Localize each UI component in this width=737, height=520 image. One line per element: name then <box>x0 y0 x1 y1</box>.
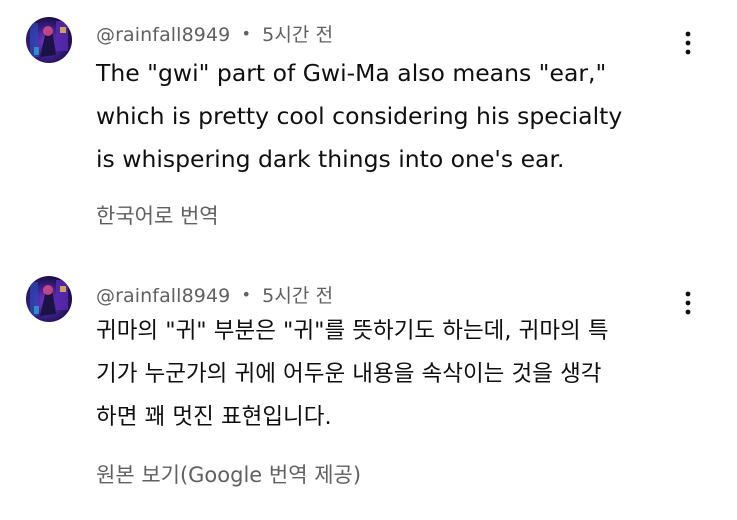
comment-text-line: 하면 꽤 멋진 표현입니다. <box>96 404 332 430</box>
author-name[interactable]: @rainfall8949 <box>96 24 230 46</box>
timestamp[interactable]: 5시간 전 <box>262 24 333 46</box>
avatar-image <box>26 17 72 63</box>
comment-text-line: The "gwi" part of Gwi-Ma also means "ear… <box>96 59 607 87</box>
comment-item: @rainfall8949 • 5시간 전 귀마의 "귀" 부분은 "귀"를 뜻… <box>0 262 737 520</box>
more-vert-icon <box>685 31 691 55</box>
more-vert-icon <box>685 291 691 315</box>
meta-separator: • <box>241 285 252 304</box>
comment-text-line: 귀마의 "귀" 부분은 "귀"를 뜻하기도 하는데, 귀마의 특 <box>96 318 609 344</box>
comment-text: 귀마의 "귀" 부분은 "귀"를 뜻하기도 하는데, 귀마의 특 기가 누군가의… <box>96 310 696 439</box>
comment-item: @rainfall8949 • 5시간 전 The "gwi" part of … <box>0 0 737 250</box>
author-name[interactable]: @rainfall8949 <box>96 285 230 307</box>
view-original-link[interactable]: 원본 보기(Google 번역 제공) <box>96 459 361 489</box>
comment-meta: @rainfall8949 • 5시간 전 <box>96 20 333 47</box>
comment-text-line: 기가 누군가의 귀에 어두운 내용을 속삭이는 것을 생각 <box>96 361 602 387</box>
comment-meta: @rainfall8949 • 5시간 전 <box>96 281 333 308</box>
timestamp[interactable]: 5시간 전 <box>262 285 333 307</box>
avatar-image <box>26 276 72 322</box>
more-options-button[interactable] <box>676 26 700 62</box>
meta-separator: • <box>241 24 252 43</box>
comment-text-line: which is pretty cool considering his spe… <box>96 102 623 130</box>
translate-link[interactable]: 한국어로 번역 <box>96 200 219 230</box>
comment-text-line: is whispering dark things into one's ear… <box>96 145 565 173</box>
avatar[interactable] <box>26 276 72 322</box>
more-options-button[interactable] <box>676 286 700 322</box>
avatar[interactable] <box>26 17 72 63</box>
comment-text: The "gwi" part of Gwi-Ma also means "ear… <box>96 52 696 181</box>
